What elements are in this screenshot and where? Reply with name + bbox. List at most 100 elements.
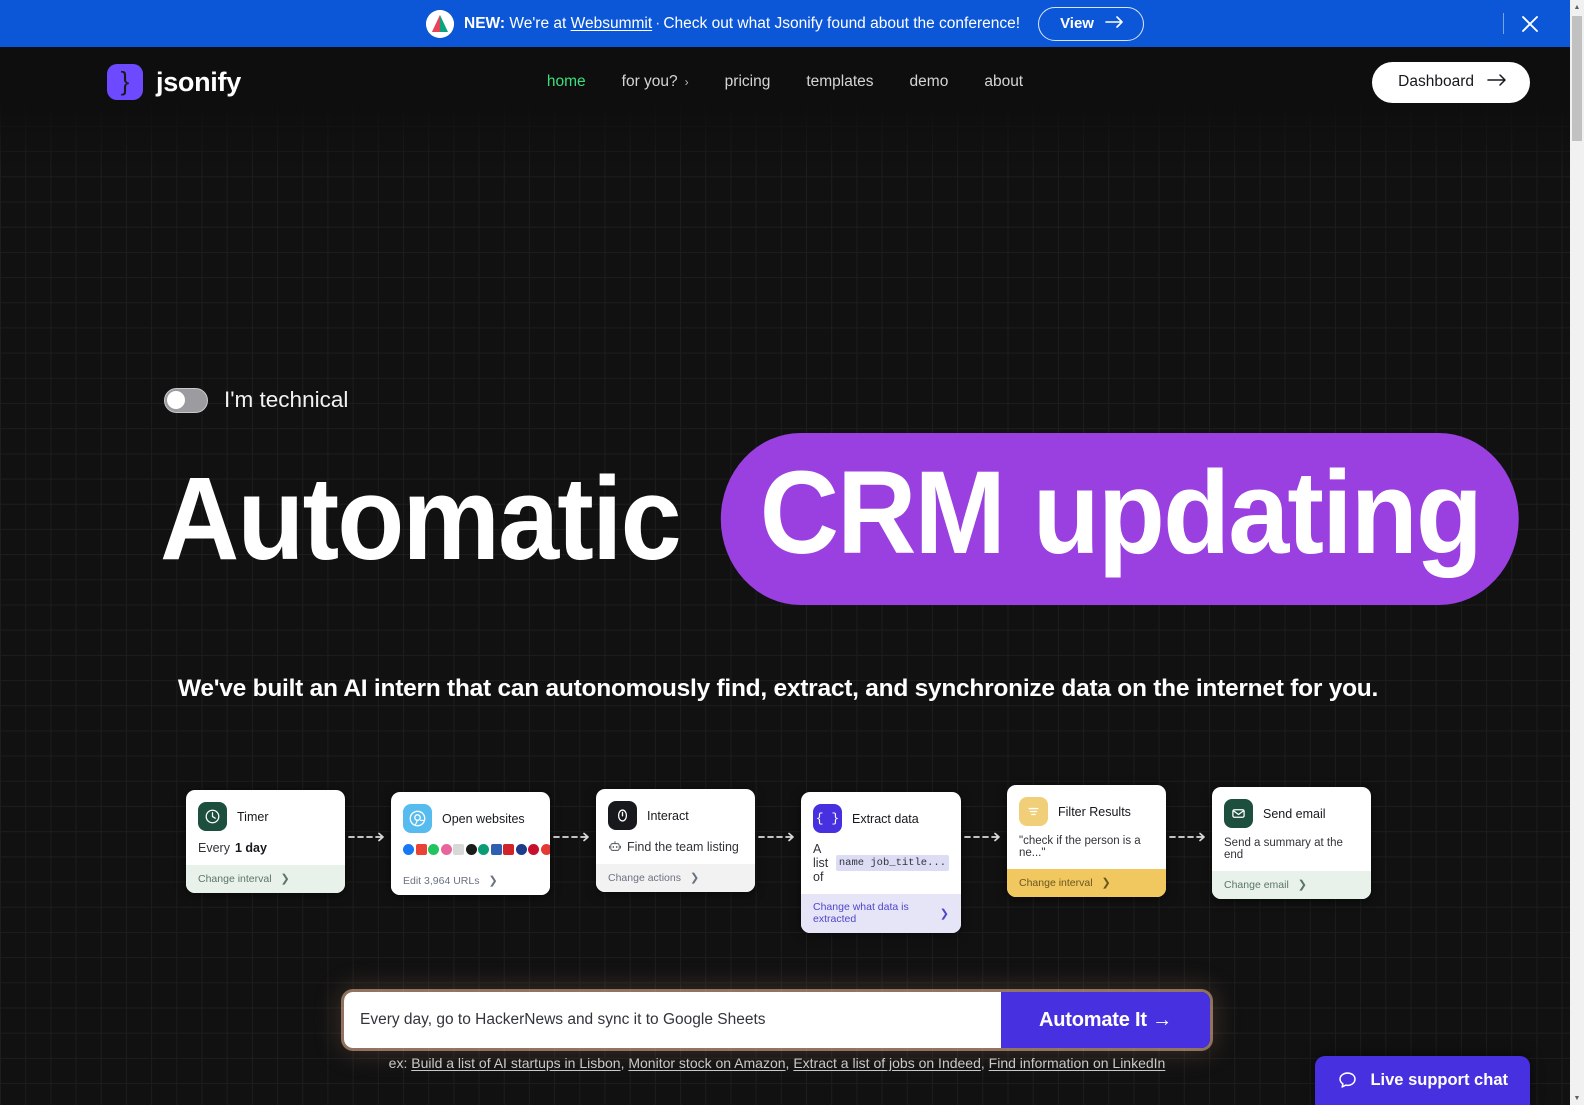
chevron-right-icon: ❯ xyxy=(1297,879,1308,891)
speech-bubble-icon xyxy=(1337,1070,1358,1091)
flow-card-filter-results[interactable]: Filter Results "check if the person is a… xyxy=(1007,785,1166,897)
card-body-text: Find the team listing xyxy=(627,839,739,854)
page-viewport: NEW: We're at Websummit · Check out what J… xyxy=(0,0,1570,1105)
flow-arrow xyxy=(755,831,801,843)
flow-card-open-websites[interactable]: Open websites Edit 3,964 URLs ❯ xyxy=(391,792,550,895)
card-header: Interact xyxy=(596,789,755,830)
banner-divider xyxy=(1503,13,1504,34)
card-body: "check if the person is a ne..." xyxy=(1007,826,1166,869)
nav-item-for-you-label: for you? xyxy=(621,73,678,90)
hero-headline: Automatic CRM updating xyxy=(160,433,1519,605)
brand-logo[interactable]: } jsonify xyxy=(107,64,241,100)
card-title: Extract data xyxy=(852,811,919,826)
nav-links: home for you? › pricing templates demo a… xyxy=(547,73,1023,91)
card-footer-action[interactable]: Change email ❯ xyxy=(1212,871,1371,899)
flow-arrow xyxy=(1166,831,1212,843)
chevron-right-icon: ❯ xyxy=(1101,877,1111,889)
flow-arrow xyxy=(550,831,596,843)
card-title: Send email xyxy=(1263,806,1326,821)
example-link-lisbon[interactable]: Build a list of AI startups in Lisbon xyxy=(411,1055,620,1071)
card-footer-action[interactable]: Edit 3,964 URLs ❯ xyxy=(391,867,550,895)
card-footer-label: Change interval xyxy=(198,872,272,885)
card-header: Open websites xyxy=(391,792,550,833)
examples-separator: , xyxy=(980,1055,989,1071)
prompt-area: Automate It → xyxy=(344,992,1210,1048)
card-header: Send email xyxy=(1212,787,1371,828)
chevron-right-icon: › xyxy=(684,75,689,89)
scrollbar-thumb[interactable] xyxy=(1572,16,1582,141)
robot-icon xyxy=(608,840,622,854)
example-link-indeed[interactable]: Extract a list of jobs on Indeed xyxy=(793,1055,981,1071)
nav-item-home[interactable]: home xyxy=(547,73,586,91)
card-footer-action[interactable]: Change interval ❯ xyxy=(1007,869,1166,897)
hero-subtitle: We've built an AI intern that can autono… xyxy=(177,675,1379,702)
nav-item-pricing[interactable]: pricing xyxy=(725,73,771,91)
flow-card-extract-data[interactable]: { } Extract data A list of name job_titl… xyxy=(801,792,961,933)
card-body-prefix: A list of xyxy=(813,842,829,884)
example-link-amazon[interactable]: Monitor stock on Amazon xyxy=(628,1055,785,1071)
example-link-linkedin[interactable]: Find information on LinkedIn xyxy=(989,1055,1166,1071)
nav-item-templates[interactable]: templates xyxy=(806,73,873,91)
flow-card-send-email[interactable]: Send email Send a summary at the end Cha… xyxy=(1212,787,1371,899)
scrollbar-up-arrow[interactable]: ▲ xyxy=(1570,0,1584,14)
hero-headline-plain: Automatic xyxy=(160,452,682,585)
flow-card-interact[interactable]: Interact Find the team listing Change ac… xyxy=(596,789,755,892)
banner-websummit-link[interactable]: Websummit xyxy=(571,15,653,32)
nav-item-demo[interactable]: demo xyxy=(910,73,949,91)
nav-item-about[interactable]: about xyxy=(984,73,1023,91)
technical-toggle[interactable] xyxy=(164,387,208,413)
nav-item-for-you[interactable]: for you? › xyxy=(622,73,689,91)
banner-view-button[interactable]: View xyxy=(1038,6,1144,41)
card-body-value: 1 day xyxy=(234,840,267,855)
banner-text-after-link: Check out what Jsonify found about the c… xyxy=(663,14,1021,32)
jsonify-brace-logo-icon: } xyxy=(107,64,143,100)
card-title: Open websites xyxy=(442,811,525,826)
flow-card-timer[interactable]: Timer Every 1 day Change interval ❯ xyxy=(186,790,345,893)
chevron-right-icon: ❯ xyxy=(689,872,700,884)
envelope-icon xyxy=(1224,799,1253,828)
dashboard-button[interactable]: Dashboard xyxy=(1372,61,1530,103)
technical-toggle-label: I'm technical xyxy=(224,387,349,412)
card-body-text: "check if the person is a ne..." xyxy=(1019,835,1141,859)
chevron-right-icon: ❯ xyxy=(488,875,498,887)
card-title: Interact xyxy=(647,808,689,823)
arrow-right-icon xyxy=(1487,73,1508,92)
nav-item-demo-label: demo xyxy=(909,73,949,90)
jsonify-mountain-logo-icon xyxy=(426,9,454,38)
flow-arrow xyxy=(961,831,1007,843)
browser-scrollbar[interactable]: ▲ ▼ xyxy=(1570,0,1584,1105)
card-footer-action[interactable]: Change interval ❯ xyxy=(186,865,345,893)
card-header: { } Extract data xyxy=(801,792,961,833)
card-footer-label: Edit 3,964 URLs xyxy=(403,874,480,887)
example-prompts: ex: Build a list of AI startups in Lisbo… xyxy=(344,1055,1210,1071)
automate-it-button[interactable]: Automate It → xyxy=(1001,992,1210,1048)
chevron-right-icon: ❯ xyxy=(280,873,290,885)
brand-name: jsonify xyxy=(156,66,241,97)
card-footer-label: Change interval xyxy=(1019,876,1093,889)
card-title: Timer xyxy=(237,809,269,824)
nav-item-about-label: about xyxy=(984,73,1024,90)
chrome-browser-icon xyxy=(403,804,432,833)
arrow-right-icon xyxy=(1105,15,1125,33)
curly-braces-icon: { } xyxy=(813,804,842,833)
card-body: Find the team listing xyxy=(596,830,755,864)
extract-fields-chip: name job_title... xyxy=(835,855,949,871)
banner-view-label: View xyxy=(1060,15,1094,32)
automation-prompt-input[interactable] xyxy=(344,992,1001,1048)
nav-item-home-label: home xyxy=(546,73,586,90)
card-footer-action[interactable]: Change what data is extracted ❯ xyxy=(801,894,961,933)
card-footer-action[interactable]: Change actions ❯ xyxy=(596,864,755,892)
dashboard-button-label: Dashboard xyxy=(1398,73,1474,90)
scrollbar-down-arrow[interactable]: ▼ xyxy=(1570,1091,1584,1105)
card-title: Filter Results xyxy=(1058,804,1131,819)
card-body-text: Send a summary at the end xyxy=(1224,837,1343,861)
nav-item-pricing-label: pricing xyxy=(724,73,771,90)
live-support-chat-button[interactable]: Live support chat xyxy=(1315,1056,1530,1105)
announcement-banner: NEW: We're at Websummit · Check out what J… xyxy=(0,0,1570,47)
close-icon[interactable] xyxy=(1518,12,1542,36)
nav-item-templates-label: templates xyxy=(806,73,874,90)
card-header: Filter Results xyxy=(1007,785,1166,826)
card-footer-label: Change email xyxy=(1224,878,1289,891)
examples-prefix: ex: xyxy=(388,1055,412,1071)
technical-toggle-row: I'm technical xyxy=(164,387,348,413)
